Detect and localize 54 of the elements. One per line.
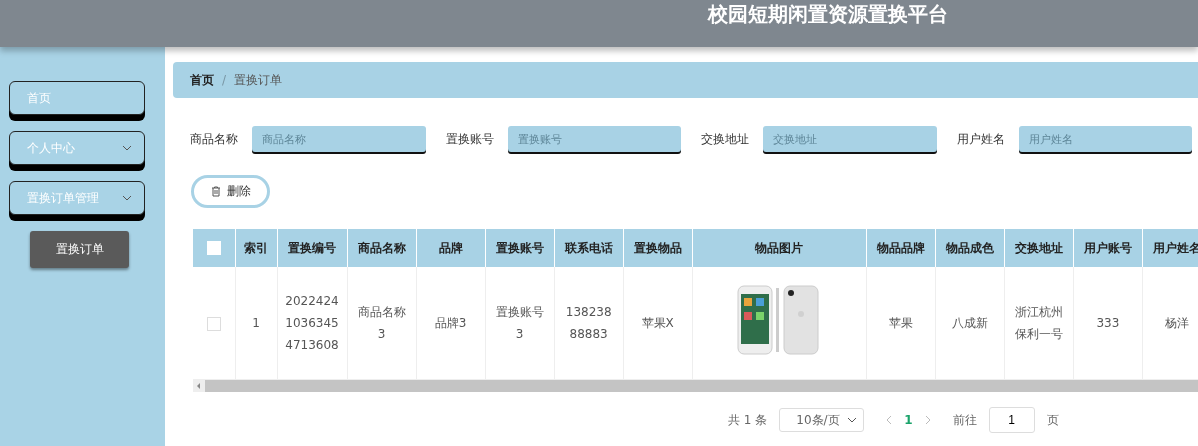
- table-cell: 13823888883: [554, 267, 624, 380]
- next-page-icon[interactable]: [924, 415, 931, 425]
- scroll-left-icon[interactable]: [193, 380, 205, 392]
- select-all-checkbox[interactable]: [206, 241, 221, 256]
- column-header: 置换账号: [485, 229, 555, 267]
- app-title: 校园短期闲置资源置换平台: [708, 1, 948, 28]
- search-field[interactable]: 置换账号: [507, 126, 681, 152]
- column-header: 索引: [235, 229, 278, 267]
- page-suffix: 页: [1046, 411, 1059, 429]
- field-label: 商品名称: [190, 130, 238, 148]
- column-header: 联系电话: [554, 229, 624, 267]
- table-cell: 浙江杭州保利一号: [1004, 267, 1074, 380]
- table-cell: 置换账号3: [485, 267, 555, 380]
- goto-label: 前往: [952, 411, 977, 429]
- page-size-select[interactable]: 10条/页: [779, 408, 865, 432]
- goto-page-field[interactable]: 1: [988, 407, 1035, 433]
- table-cell: 品牌3: [416, 267, 486, 380]
- delete-button[interactable]: 删除: [191, 175, 270, 208]
- trash-icon: [210, 186, 221, 197]
- column-header: 交换地址: [1004, 229, 1074, 267]
- horizontal-scrollbar[interactable]: [193, 380, 1198, 392]
- table-cell: 苹果: [866, 267, 936, 380]
- row-checkbox[interactable]: [206, 316, 221, 331]
- column-header: 物品图片: [692, 229, 867, 267]
- table-cell: 1: [235, 267, 278, 380]
- column-header: 物品成色: [935, 229, 1005, 267]
- table-cell: 八成新: [935, 267, 1005, 380]
- page-number[interactable]: 1: [904, 413, 913, 427]
- search-field[interactable]: 交换地址: [763, 126, 937, 152]
- table-cell: 商品名称3: [347, 267, 417, 380]
- field-label: 交换地址: [701, 130, 749, 148]
- column-header: 物品品牌: [866, 229, 936, 267]
- total-count: 共 1 条: [728, 411, 768, 429]
- breadcrumb-item: 置换订单: [234, 71, 283, 89]
- search-field[interactable]: 用户姓名: [1018, 126, 1192, 152]
- search-field[interactable]: 商品名称: [252, 126, 426, 152]
- chevron-down-icon: [122, 195, 132, 201]
- column-header: 品牌: [416, 229, 486, 267]
- sidebar-submenu-item[interactable]: 置换订单: [30, 231, 129, 268]
- column-header: 置换物品: [623, 229, 693, 267]
- breadcrumb-item[interactable]: 首页: [190, 71, 214, 89]
- table-cell: 202242410363454713608: [277, 267, 348, 380]
- previous-page-icon[interactable]: [886, 415, 893, 425]
- breadcrumb-separator: /: [222, 73, 227, 87]
- column-header: 用户账号: [1073, 229, 1143, 267]
- column-header: 置换编号: [277, 229, 348, 267]
- field-label: 置换账号: [445, 130, 494, 148]
- table-cell: 333: [1073, 267, 1143, 380]
- column-header: 商品名称: [347, 229, 417, 267]
- table-cell: 苹果X: [623, 267, 693, 380]
- table-cell: 杨洋: [1142, 267, 1198, 380]
- field-label: 用户姓名: [956, 130, 1005, 148]
- chevron-down-icon: [122, 145, 132, 151]
- chevron-down-icon: [847, 417, 858, 423]
